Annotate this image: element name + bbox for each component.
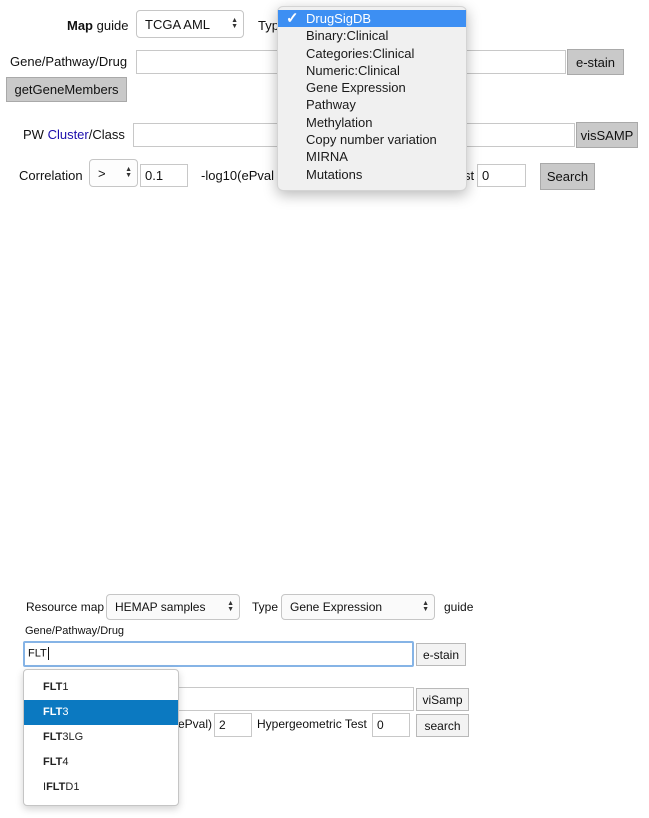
updown-chevron-icon: ▲ ▼ bbox=[231, 17, 238, 30]
pw-cluster-input-bottom[interactable] bbox=[178, 687, 414, 711]
type-menu-item[interactable]: Pathway bbox=[278, 96, 466, 113]
map-guide-label: Map guide bbox=[67, 18, 128, 33]
autocomplete-item-rest: 3 bbox=[62, 706, 69, 718]
pw-text: PW bbox=[23, 127, 48, 142]
autocomplete-item-match: FLT bbox=[43, 731, 63, 743]
hypergeometric-value-input[interactable] bbox=[372, 713, 410, 737]
correlation-operator-value: > bbox=[98, 165, 106, 181]
correlation-value-input[interactable] bbox=[140, 164, 188, 187]
pw-cluster-class-label: PW Cluster/Class bbox=[23, 127, 125, 142]
map-guide-select[interactable]: TCGA AML ▲ ▼ bbox=[136, 10, 244, 38]
type-menu-item[interactable]: Categories:Clinical bbox=[278, 45, 466, 62]
type-menu-item-label: Categories:Clinical bbox=[306, 45, 415, 61]
epval-label-bottom: ePval) bbox=[178, 717, 213, 731]
type-menu-item[interactable]: Numeric:Clinical bbox=[278, 62, 466, 79]
updown-chevron-icon: ▲ ▼ bbox=[227, 600, 234, 613]
type-menu-item-label: Numeric:Clinical bbox=[306, 62, 400, 78]
autocomplete-list: FLT1 FLT3 FLT3LG FLT4 IFLTD1 bbox=[23, 669, 179, 806]
autocomplete-item[interactable]: IFLTD1 bbox=[24, 775, 178, 800]
gene-pathway-drug-label: Gene/Pathway/Drug bbox=[10, 54, 128, 69]
autocomplete-item-match: FLT bbox=[46, 781, 66, 793]
map-guide-label-rest: guide bbox=[93, 18, 129, 33]
type-menu-item[interactable]: Copy number variation bbox=[278, 131, 466, 148]
type-menu-item[interactable]: ✓ DrugSigDB bbox=[278, 10, 466, 28]
autocomplete-item-match: FLT bbox=[43, 756, 63, 768]
resource-map-value: HEMAP samples bbox=[115, 600, 206, 614]
e-stain-button-bottom[interactable]: e-stain bbox=[416, 643, 466, 666]
type-menu-item[interactable]: Mutations bbox=[278, 166, 466, 183]
type-dropdown-menu: ✓ DrugSigDB Binary:Clinical Categories:Clin… bbox=[277, 6, 467, 191]
autocomplete-item[interactable]: FLT1 bbox=[24, 675, 178, 700]
test-value-input[interactable] bbox=[477, 164, 526, 187]
type-select-bottom[interactable]: Gene Expression ▲ ▼ bbox=[281, 594, 435, 620]
type-menu-item-label: Methylation bbox=[306, 114, 373, 130]
class-text: /Class bbox=[88, 127, 125, 142]
map-guide-label-bold: Map bbox=[67, 18, 93, 33]
visamp-button-bottom[interactable]: viSamp bbox=[416, 688, 469, 711]
hypergeometric-label: Hypergeometric Test bbox=[257, 717, 367, 731]
type-label-bottom: Type bbox=[252, 600, 279, 614]
cluster-link[interactable]: Cluster bbox=[48, 127, 89, 142]
autocomplete-item-rest: D1 bbox=[65, 781, 80, 793]
guide-label: guide bbox=[444, 600, 474, 614]
autocomplete-item-rest: 4 bbox=[62, 756, 69, 768]
updown-chevron-icon: ▲ ▼ bbox=[422, 600, 429, 613]
search-button[interactable]: Search bbox=[540, 163, 595, 190]
updown-chevron-icon: ▲ ▼ bbox=[125, 166, 132, 179]
get-gene-members-button[interactable]: getGeneMembers bbox=[6, 77, 127, 102]
e-stain-button[interactable]: e-stain bbox=[567, 49, 624, 75]
map-guide-value: TCGA AML bbox=[145, 16, 211, 32]
type-menu-item-label: Copy number variation bbox=[306, 132, 437, 148]
vissamp-button[interactable]: visSAMP bbox=[576, 122, 638, 148]
type-menu-item-label: Pathway bbox=[306, 97, 356, 113]
autocomplete-item[interactable]: FLT3LG bbox=[24, 725, 178, 750]
correlation-operator-select[interactable]: > ▲ ▼ bbox=[89, 159, 138, 187]
checkmark-icon: ✓ bbox=[286, 10, 299, 27]
resource-map-label: Resource map bbox=[26, 600, 105, 614]
type-menu-item[interactable]: MIRNA bbox=[278, 148, 466, 165]
type-menu-item[interactable]: Binary:Clinical bbox=[278, 27, 466, 44]
type-menu-item[interactable]: Methylation bbox=[278, 114, 466, 131]
autocomplete-item-rest: 1 bbox=[62, 681, 69, 693]
gene-pathway-drug-value-bottom: FLT bbox=[28, 647, 47, 660]
autocomplete-item[interactable]: FLT3 bbox=[24, 700, 178, 725]
autocomplete-item-match: FLT bbox=[43, 681, 63, 693]
resource-map-select[interactable]: HEMAP samples ▲ ▼ bbox=[106, 594, 240, 620]
text-caret bbox=[47, 647, 49, 660]
type-label: Typ bbox=[258, 18, 279, 33]
type-menu-item-label: Gene Expression bbox=[306, 80, 406, 96]
gene-pathway-drug-label-bottom: Gene/Pathway/Drug bbox=[25, 625, 125, 637]
autocomplete-item-rest: 3LG bbox=[62, 731, 84, 743]
autocomplete-item[interactable]: FLT4 bbox=[24, 750, 178, 775]
type-menu-item-label: Binary:Clinical bbox=[306, 28, 389, 44]
gene-pathway-drug-input-bottom[interactable]: FLT bbox=[23, 641, 414, 667]
search-button-bottom[interactable]: search bbox=[416, 714, 469, 737]
type-value-bottom: Gene Expression bbox=[290, 600, 383, 614]
correlation-label: Correlation bbox=[19, 168, 83, 183]
type-menu-item[interactable]: Gene Expression bbox=[278, 79, 466, 96]
autocomplete-item-match: FLT bbox=[43, 706, 63, 718]
log10-epval-label: -log10(ePval bbox=[201, 168, 274, 183]
type-menu-item-label: DrugSigDB bbox=[306, 11, 372, 26]
epval-value-input-bottom[interactable] bbox=[214, 713, 252, 737]
type-menu-item-label: Mutations bbox=[306, 166, 363, 182]
type-menu-item-label: MIRNA bbox=[306, 149, 348, 165]
